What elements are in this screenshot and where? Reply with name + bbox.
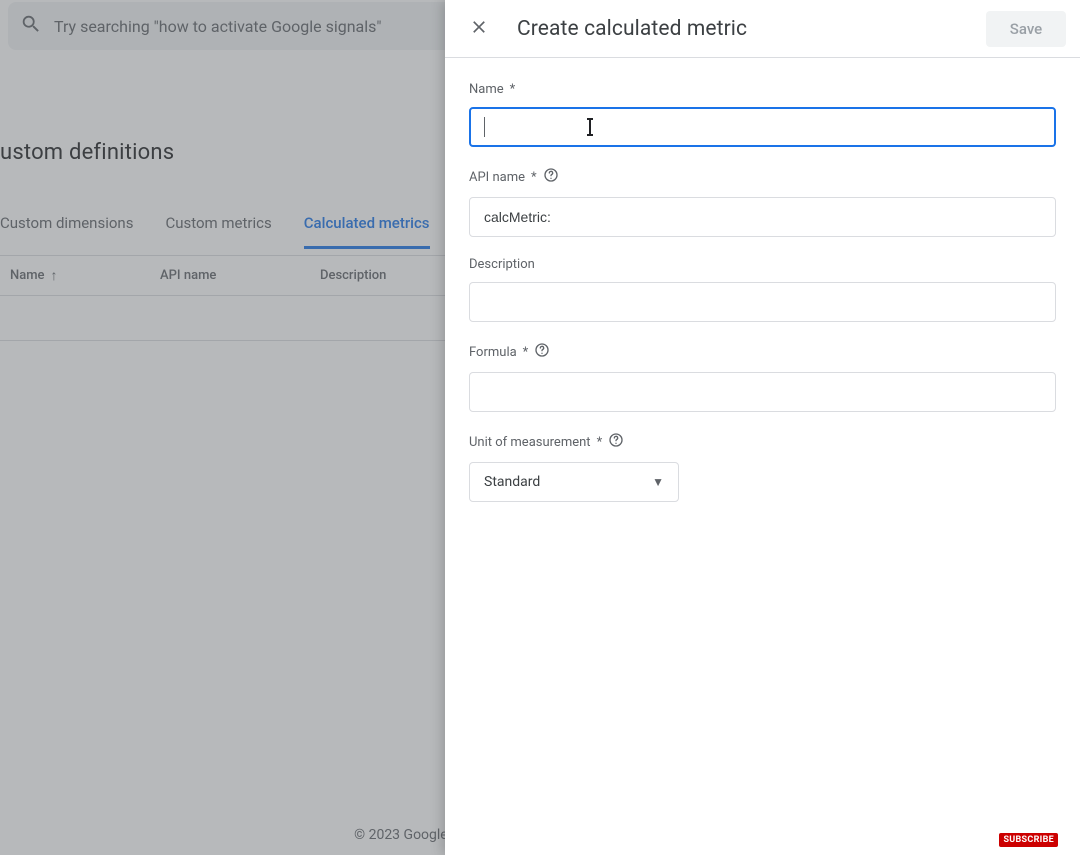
- create-calculated-metric-panel: Create calculated metric Save Name * API …: [445, 0, 1080, 855]
- field-formula: Formula *: [469, 342, 1056, 412]
- api-name-input[interactable]: [469, 197, 1056, 237]
- name-input[interactable]: [469, 107, 1056, 147]
- save-button[interactable]: Save: [986, 11, 1066, 47]
- field-description: Description: [469, 257, 1056, 322]
- unit-select[interactable]: Standard ▼: [469, 462, 679, 502]
- subscribe-badge[interactable]: SUBSCRIBE: [999, 833, 1058, 847]
- chevron-down-icon: ▼: [652, 475, 664, 489]
- field-name-label-text: Name: [469, 82, 504, 97]
- field-description-label-text: Description: [469, 257, 535, 272]
- field-api-name: API name *: [469, 167, 1056, 237]
- required-asterisk: *: [510, 82, 516, 97]
- panel-header: Create calculated metric Save: [445, 0, 1080, 58]
- description-input[interactable]: [469, 282, 1056, 322]
- panel-title: Create calculated metric: [517, 17, 747, 41]
- field-formula-label: Formula *: [469, 342, 1056, 362]
- field-api-name-label-text: API name: [469, 170, 525, 185]
- field-formula-label-text: Formula: [469, 345, 517, 360]
- formula-input[interactable]: [469, 372, 1056, 412]
- field-name: Name *: [469, 82, 1056, 147]
- required-asterisk: *: [523, 345, 529, 360]
- required-asterisk: *: [597, 435, 603, 450]
- close-icon: [469, 17, 489, 41]
- help-icon[interactable]: [543, 167, 559, 187]
- close-button[interactable]: [459, 9, 499, 49]
- panel-body: Name * API name * Description: [445, 58, 1080, 546]
- field-name-label: Name *: [469, 82, 1056, 97]
- text-caret-icon: [583, 118, 597, 136]
- required-asterisk: *: [531, 170, 537, 185]
- field-api-name-label: API name *: [469, 167, 1056, 187]
- help-icon[interactable]: [534, 342, 550, 362]
- name-input-wrapper: [469, 107, 1056, 147]
- field-description-label: Description: [469, 257, 1056, 272]
- text-cursor: [484, 117, 485, 137]
- help-icon[interactable]: [608, 432, 624, 452]
- field-unit: Unit of measurement * Standard ▼: [469, 432, 1056, 502]
- field-unit-label-text: Unit of measurement: [469, 435, 591, 450]
- field-unit-label: Unit of measurement *: [469, 432, 1056, 452]
- unit-select-value: Standard: [484, 474, 540, 490]
